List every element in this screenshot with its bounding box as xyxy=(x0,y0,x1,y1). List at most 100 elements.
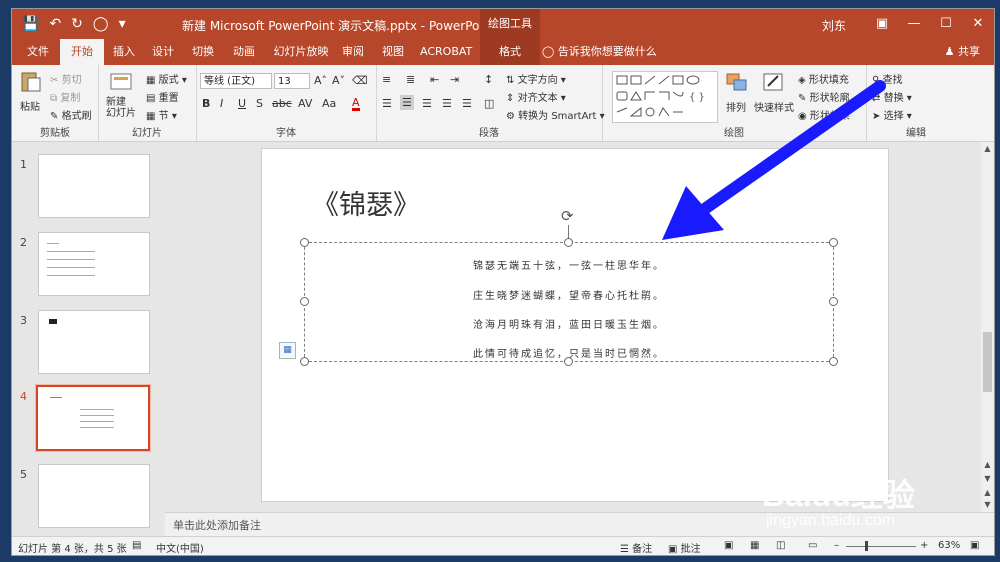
slide-title[interactable]: 《锦瑟》 xyxy=(312,183,420,222)
slide-sorter-icon[interactable]: ▦ xyxy=(750,540,759,551)
font-size-select[interactable]: 13 xyxy=(274,73,310,89)
decrease-indent-icon[interactable]: ⇤ xyxy=(430,73,439,86)
tab-slideshow[interactable]: 幻灯片放映 xyxy=(268,39,334,65)
clear-format-icon[interactable]: ⌫ xyxy=(352,74,368,87)
quick-styles-label[interactable]: 快速样式 xyxy=(754,99,794,114)
slide-thumbnail-5[interactable] xyxy=(38,464,150,528)
notes-placeholder[interactable]: 单击此处添加备注 xyxy=(173,517,261,533)
font-color-icon[interactable]: A xyxy=(352,97,360,111)
align-center-icon[interactable]: ☰ xyxy=(400,95,414,110)
smartart-button[interactable]: ⚙ 转换为 SmartArt ▾ xyxy=(506,107,605,122)
maximize-button[interactable]: ☐ xyxy=(930,9,962,39)
resize-handle-s[interactable] xyxy=(564,357,573,366)
align-text-button[interactable]: ⇕ 对齐文本 ▾ xyxy=(506,89,566,104)
align-right-icon[interactable]: ☰ xyxy=(422,97,432,110)
resize-handle-e[interactable] xyxy=(829,297,838,306)
increase-indent-icon[interactable]: ⇥ xyxy=(450,73,459,86)
section-button[interactable]: ▦ 节 ▾ xyxy=(146,107,177,122)
present-icon[interactable]: ◯ xyxy=(93,16,109,32)
save-icon[interactable]: 💾 xyxy=(22,16,39,32)
font-name-select[interactable]: 等线 (正文) xyxy=(200,73,272,89)
bullets-icon[interactable]: ≡ xyxy=(382,73,391,86)
distributed-icon[interactable]: ☰ xyxy=(462,97,472,110)
paste-icon[interactable] xyxy=(18,71,44,93)
zoom-slider-thumb[interactable] xyxy=(865,541,868,551)
comments-toggle[interactable]: ▣ 批注 xyxy=(668,540,701,555)
normal-view-icon[interactable]: ▣ xyxy=(724,540,733,551)
tab-design[interactable]: 设计 xyxy=(144,39,182,65)
quick-styles-icon[interactable] xyxy=(760,71,786,93)
spellcheck-icon[interactable]: ▤ xyxy=(132,540,141,551)
tab-home[interactable]: 开始 xyxy=(60,39,104,65)
paste-label[interactable]: 粘贴 xyxy=(20,98,40,113)
format-painter-button[interactable]: ✎ 格式刷 xyxy=(50,107,92,122)
zoom-level[interactable]: 63% xyxy=(938,540,960,551)
undo-icon[interactable]: ↶ xyxy=(49,16,61,32)
shrink-font-icon[interactable]: A˅ xyxy=(332,74,345,87)
tab-animations[interactable]: 动画 xyxy=(224,39,264,65)
cut-button[interactable]: ✂ 剪切 xyxy=(50,71,82,86)
arrange-icon[interactable] xyxy=(724,71,750,93)
shape-effects-button[interactable]: ◉ 形状效果 xyxy=(798,107,850,122)
resize-handle-n[interactable] xyxy=(564,238,573,247)
scroll-up-icon[interactable]: ▲ xyxy=(981,460,994,469)
ribbon-display-icon[interactable]: ▣ xyxy=(866,9,898,39)
shape-fill-button[interactable]: ◈ 形状填充 xyxy=(798,71,849,86)
zoom-slider[interactable] xyxy=(846,546,916,547)
minimize-button[interactable]: — xyxy=(898,9,930,39)
customize-qat-icon[interactable]: ▾ xyxy=(119,16,126,32)
underline-icon[interactable]: U xyxy=(238,97,246,110)
share-button[interactable]: ♟ 共享 xyxy=(945,39,980,65)
resize-handle-ne[interactable] xyxy=(829,238,838,247)
new-slide-icon[interactable] xyxy=(108,71,134,93)
tell-me-box[interactable]: ◯ 告诉我你想要做什么 xyxy=(542,39,657,65)
zoom-out-icon[interactable]: – xyxy=(834,540,839,551)
next-slide-icon[interactable]: ▼ xyxy=(981,500,994,509)
bold-icon[interactable]: B xyxy=(202,97,210,110)
tab-acrobat[interactable]: ACROBAT xyxy=(420,39,472,65)
slide-thumbnail-1[interactable] xyxy=(38,154,150,218)
slideshow-icon[interactable]: ▭ xyxy=(808,540,817,551)
tab-view[interactable]: 视图 xyxy=(378,39,408,65)
slide-thumbnail-2[interactable] xyxy=(38,232,150,296)
layout-options-icon[interactable]: ▦ xyxy=(279,342,296,359)
scroll-down-icon[interactable]: ▼ xyxy=(981,474,994,483)
tab-format[interactable]: 格式 xyxy=(480,39,540,65)
reading-view-icon[interactable]: ◫ xyxy=(776,540,785,551)
slide-thumbnail-4[interactable] xyxy=(36,385,150,451)
scrollbar-thumb[interactable] xyxy=(983,332,992,392)
close-button[interactable]: ✕ xyxy=(962,9,994,39)
shapes-gallery[interactable]: { } xyxy=(612,71,718,123)
justify-icon[interactable]: ☰ xyxy=(442,97,452,110)
italic-icon[interactable]: I xyxy=(220,97,223,110)
resize-handle-nw[interactable] xyxy=(300,238,309,247)
reset-button[interactable]: ▤ 重置 xyxy=(146,89,179,104)
scroll-up-icon[interactable]: ▲ xyxy=(981,144,994,153)
vertical-scrollbar[interactable]: ▲ ▲ ▼ ▲ ▼ xyxy=(981,142,994,512)
numbering-icon[interactable]: ≣ xyxy=(406,73,415,86)
tab-transitions[interactable]: 切换 xyxy=(184,39,222,65)
previous-slide-icon[interactable]: ▲ xyxy=(981,488,994,497)
slide-thumbnail-3[interactable] xyxy=(38,310,150,374)
zoom-in-icon[interactable]: + xyxy=(920,540,928,551)
language[interactable]: 中文(中国) xyxy=(156,540,204,555)
rotate-handle-icon[interactable]: ⟳ xyxy=(561,207,574,225)
resize-handle-sw[interactable] xyxy=(300,357,309,366)
arrange-label[interactable]: 排列 xyxy=(726,99,746,114)
fit-to-window-icon[interactable]: ▣ xyxy=(970,540,979,551)
find-button[interactable]: ⚲ 查找 xyxy=(872,71,903,86)
align-left-icon[interactable]: ☰ xyxy=(382,97,392,110)
resize-handle-se[interactable] xyxy=(829,357,838,366)
columns-icon[interactable]: ◫ xyxy=(484,97,494,110)
line-spacing-icon[interactable]: ↕ xyxy=(484,73,493,86)
change-case-icon[interactable]: Aa xyxy=(322,97,336,110)
grow-font-icon[interactable]: A˄ xyxy=(314,74,327,87)
shadow-icon[interactable]: S xyxy=(256,97,263,110)
text-direction-button[interactable]: ⇅ 文字方向 ▾ xyxy=(506,71,566,86)
resize-handle-w[interactable] xyxy=(300,297,309,306)
char-spacing-icon[interactable]: AV xyxy=(298,97,312,110)
copy-button[interactable]: ⧉ 复制 xyxy=(50,89,80,104)
slide[interactable]: 《锦瑟》 ⟳ 锦瑟无端五十弦，一弦一柱思华年。 庄生晓梦迷蝴蝶，望帝春心托杜鹃。… xyxy=(261,148,889,502)
tab-file[interactable]: 文件 xyxy=(18,39,58,65)
replace-button[interactable]: ⇄ 替换 ▾ xyxy=(872,89,912,104)
